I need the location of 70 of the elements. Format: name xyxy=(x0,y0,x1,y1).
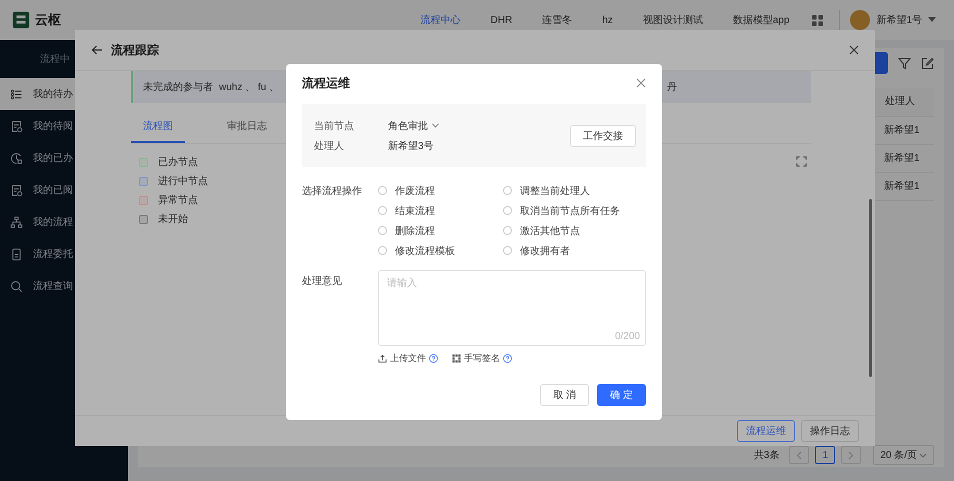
logo-icon xyxy=(12,11,30,29)
help-icon[interactable] xyxy=(429,354,438,363)
node-select[interactable]: 角色审批 xyxy=(388,116,570,136)
field-label: 处理人 xyxy=(314,140,345,152)
upload-icon xyxy=(378,354,387,363)
legend-label: 未开始 xyxy=(158,212,188,226)
tab[interactable]: 审批日志 xyxy=(215,119,279,143)
handover-button[interactable]: 工作交接 xyxy=(570,124,636,146)
legend-label: 已办节点 xyxy=(158,156,198,169)
attach-link[interactable]: 手写签名 xyxy=(452,352,500,365)
chevron-left-icon xyxy=(796,450,802,460)
search-icon xyxy=(10,280,23,292)
radio-option[interactable]: 删除流程 xyxy=(378,224,503,237)
nav-item[interactable]: 流程中心 xyxy=(406,13,476,27)
document-icon xyxy=(10,120,23,132)
nav-item[interactable]: 连雪冬 xyxy=(527,13,588,27)
edit-icon[interactable] xyxy=(921,56,934,70)
total-count: 共3条 xyxy=(754,448,780,462)
apps-grid-icon[interactable] xyxy=(812,14,824,26)
filter-icon[interactable] xyxy=(898,56,911,70)
field-value: 新希望3号 xyxy=(388,140,435,154)
radio-option[interactable]: 修改流程模板 xyxy=(378,244,503,257)
radio-option[interactable]: 取消当前节点所有任务 xyxy=(503,204,646,217)
attach-link[interactable]: 上传文件 xyxy=(378,352,426,365)
help-icon[interactable] xyxy=(503,354,512,363)
close-icon[interactable] xyxy=(636,78,646,88)
radio-option[interactable]: 作废流程 xyxy=(378,184,503,197)
radio-option[interactable]: 修改拥有者 xyxy=(503,244,646,257)
participants-text: wuhz 、 fu 、 xyxy=(219,81,280,94)
participants-label: 未完成的参与者 xyxy=(143,80,213,94)
page-button[interactable]: 1 xyxy=(815,446,836,464)
back-arrow-icon[interactable] xyxy=(91,44,103,56)
legend-label: 进行中节点 xyxy=(158,174,208,188)
field-label: 选择流程操作 xyxy=(302,184,363,199)
sidebar-title: 流程中 xyxy=(40,52,70,66)
radio-option[interactable]: 结束流程 xyxy=(378,204,503,217)
document-icon xyxy=(10,184,23,196)
legend-label: 异常节点 xyxy=(158,194,198,207)
caret-icon[interactable] xyxy=(928,17,936,23)
fullscreen-icon[interactable] xyxy=(796,156,807,167)
page-size-select[interactable]: 20 条/页 xyxy=(873,445,934,465)
nav-item[interactable]: 视图设计测试 xyxy=(628,13,718,27)
scrollbar-thumb[interactable] xyxy=(869,199,872,377)
dialog-title: 流程运维 xyxy=(302,74,350,92)
nav-item[interactable]: hz xyxy=(587,14,628,26)
tab[interactable]: 流程图 xyxy=(131,119,185,143)
nav-item[interactable]: 数据模型app xyxy=(718,13,804,27)
drawer-title: 流程跟踪 xyxy=(111,42,159,58)
footer-button[interactable]: 操作日志 xyxy=(801,420,859,442)
chevron-down-icon xyxy=(919,452,927,458)
footer-button[interactable]: 流程运维 xyxy=(737,420,795,442)
radio-option[interactable]: 激活其他节点 xyxy=(503,224,646,237)
radio-option[interactable]: 调整当前处理人 xyxy=(503,184,646,197)
chevron-down-icon xyxy=(432,123,439,128)
nav-item[interactable]: DHR xyxy=(476,14,528,26)
clock-icon xyxy=(10,152,23,164)
dialog-button[interactable]: 确 定 xyxy=(597,384,646,406)
dialog-button[interactable]: 取 消 xyxy=(540,384,590,406)
close-icon[interactable] xyxy=(849,45,859,55)
participants-text: 丹 xyxy=(667,81,677,94)
field-label: 处理意见 xyxy=(302,274,343,289)
app-logo-text: 云枢 xyxy=(35,11,61,29)
hierarchy-icon xyxy=(10,216,23,228)
list-icon xyxy=(10,88,23,100)
char-count: 0/200 xyxy=(614,331,640,342)
user-name[interactable]: 新希望1号 xyxy=(876,13,922,27)
field-label: 当前节点 xyxy=(314,120,355,132)
chevron-right-icon xyxy=(848,450,854,460)
grid-icon xyxy=(452,354,461,363)
clipboard-icon xyxy=(10,248,23,260)
